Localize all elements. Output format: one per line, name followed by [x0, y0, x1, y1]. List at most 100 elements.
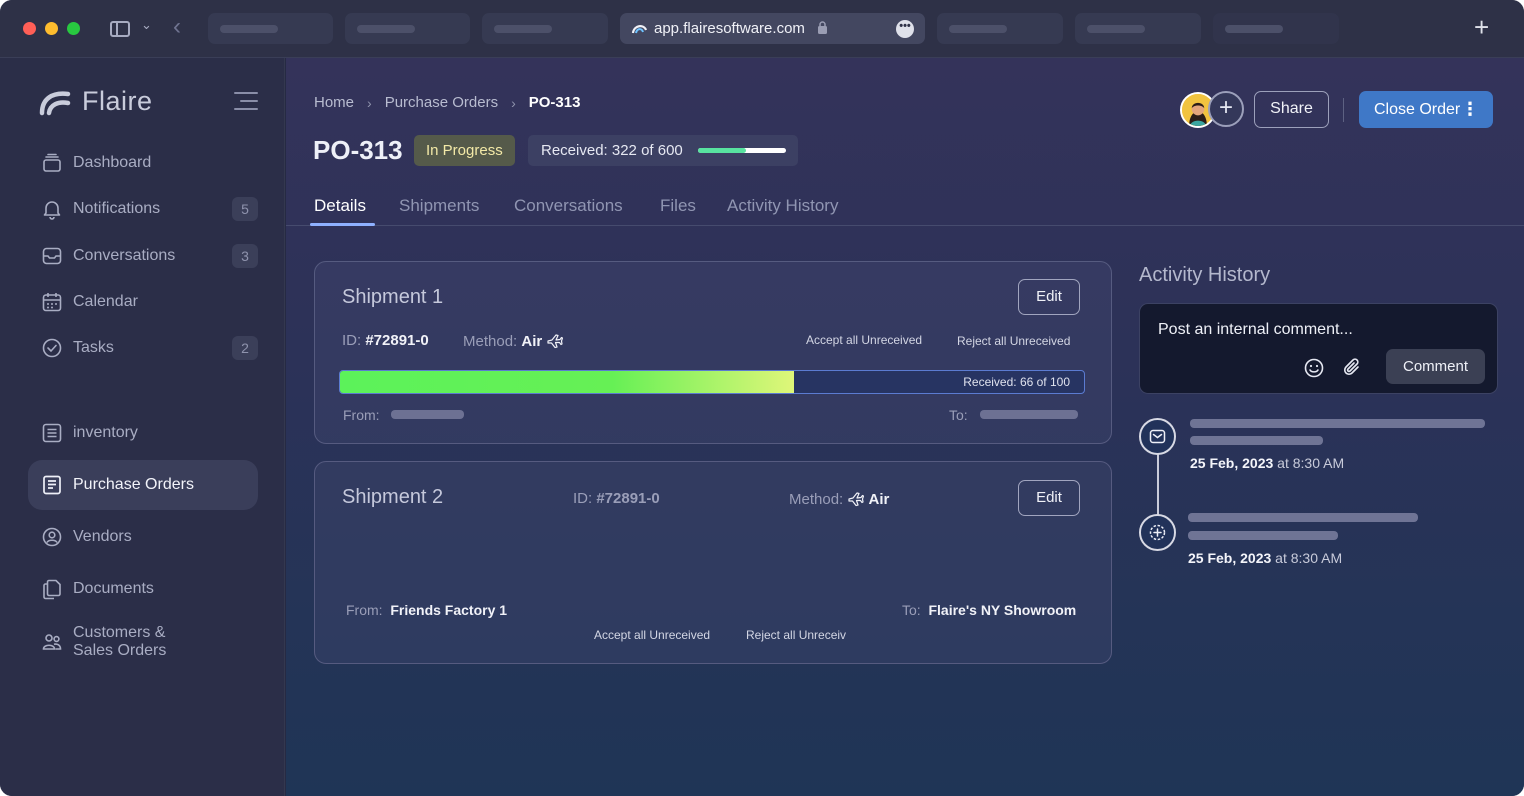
- browser-tab[interactable]: [208, 13, 333, 44]
- to-label: To:: [949, 407, 968, 423]
- zoom-window-button[interactable]: [67, 22, 80, 35]
- method-label: Method:: [463, 333, 518, 350]
- back-arrow-icon[interactable]: ‹: [173, 13, 181, 41]
- activity-placeholder-line: [1188, 531, 1338, 540]
- timeline-node: [1139, 418, 1176, 455]
- sidebar-item-conversations[interactable]: Conversations 3: [28, 232, 258, 280]
- shipment-progress-fill: [340, 371, 794, 393]
- sidebar-item-dashboard[interactable]: Dashboard: [28, 139, 258, 187]
- close-order-button[interactable]: Close Order ⋮: [1359, 91, 1493, 128]
- activity-timestamp: 25 Feb, 2023 at 8:30 AM: [1190, 455, 1344, 471]
- sidebar-item-label: inventory: [73, 424, 138, 441]
- shipment-from: From: Friends Factory 1: [346, 602, 507, 618]
- airplane-icon: [547, 334, 564, 349]
- sidebar-item-customers-sales-orders[interactable]: Customers & Sales Orders: [28, 618, 258, 666]
- brand[interactable]: Flaire: [38, 86, 153, 117]
- sidebar-item-inventory[interactable]: inventory: [28, 409, 258, 457]
- from-value: Friends Factory 1: [390, 602, 508, 618]
- sidebar-item-vendors[interactable]: Vendors: [28, 513, 258, 561]
- shipment-id: ID: #72891-0: [573, 490, 660, 507]
- accept-all-unreceived-link[interactable]: Accept all Unreceived: [594, 628, 710, 642]
- dashboard-icon: [43, 153, 61, 172]
- browser-tab[interactable]: [1075, 13, 1201, 44]
- airplane-icon: [848, 492, 865, 507]
- sidebar-item-label: Notifications: [73, 200, 161, 217]
- sidebar-item-label: Calendar: [73, 293, 138, 310]
- sidebar-item-label: Documents: [73, 580, 154, 597]
- breadcrumb-home[interactable]: Home: [314, 94, 354, 111]
- shipment-to: To: Flaire's NY Showroom: [902, 602, 1076, 618]
- comment-input[interactable]: Post an internal comment...: [1158, 321, 1353, 339]
- activity-timestamp: 25 Feb, 2023 at 8:30 AM: [1188, 550, 1342, 566]
- id-label: ID:: [573, 490, 593, 507]
- add-collaborator-button[interactable]: +: [1208, 91, 1244, 127]
- tab-details[interactable]: Details: [314, 196, 366, 216]
- method-value: Air: [521, 333, 543, 350]
- calendar-icon: [42, 293, 62, 312]
- comment-button[interactable]: Comment: [1386, 349, 1485, 384]
- received-summary: Received: 322 of 600: [528, 135, 798, 166]
- browser-tab[interactable]: [345, 13, 470, 44]
- count-badge: 5: [232, 197, 258, 221]
- edit-shipment-button[interactable]: Edit: [1018, 279, 1080, 315]
- page-title: PO-313: [313, 135, 403, 165]
- activity-date: 25 Feb, 2023: [1190, 455, 1274, 471]
- brand-name: Flaire: [82, 86, 153, 116]
- reject-all-unreceived-link[interactable]: Reject all Unreceiv: [746, 628, 846, 642]
- activity-date: 25 Feb, 2023: [1188, 550, 1272, 566]
- tab-shipments[interactable]: Shipments: [399, 196, 479, 216]
- method-value: Air: [868, 491, 890, 508]
- from-label: From:: [343, 407, 380, 423]
- count-badge: 2: [232, 336, 258, 360]
- sidebar-item-tasks[interactable]: Tasks 2: [28, 324, 258, 372]
- shipment-card: Shipment 1 Edit ID: #72891-0 Method: Air…: [314, 261, 1112, 444]
- close-window-button[interactable]: [23, 22, 36, 35]
- tab-conversations[interactable]: Conversations: [514, 196, 623, 216]
- sidebar-item-calendar[interactable]: Calendar: [28, 278, 258, 326]
- envelope-icon: [1149, 429, 1166, 444]
- id-value: #72891-0: [596, 490, 660, 507]
- browser-chrome: ⌄ ‹ app.flairesoftware.com ••• +: [0, 0, 1524, 58]
- browser-tab[interactable]: [1213, 13, 1339, 44]
- shipment-progress-bar: Received: 66 of 100: [339, 370, 1085, 394]
- shipment-title: Shipment 1: [342, 286, 444, 308]
- shipment-method: Method: Air: [463, 332, 564, 350]
- paperclip-icon[interactable]: [1342, 357, 1364, 379]
- close-order-label: Close Order: [1374, 101, 1461, 118]
- tab-activity-history[interactable]: Activity History: [727, 196, 838, 216]
- menu-icon[interactable]: [234, 92, 258, 110]
- receipt-icon: [43, 475, 61, 495]
- activity-placeholder-line: [1190, 436, 1323, 445]
- breadcrumb-current: PO-313: [528, 94, 581, 111]
- sidebar-item-notifications[interactable]: Notifications 5: [28, 185, 258, 233]
- chevron-down-icon[interactable]: ⌄: [141, 17, 152, 33]
- shipment-title: Shipment 2: [342, 486, 444, 508]
- shipment-progress-text: Received: 66 of 100: [963, 375, 1070, 389]
- ellipsis-icon[interactable]: •••: [896, 20, 914, 38]
- minimize-window-button[interactable]: [45, 22, 58, 35]
- browser-tab[interactable]: [937, 13, 1063, 44]
- received-progress-bar: [698, 148, 786, 153]
- to-placeholder: [980, 410, 1078, 419]
- share-button[interactable]: Share: [1254, 91, 1329, 128]
- plus-icon[interactable]: +: [1474, 12, 1489, 42]
- activity-time: at 8:30 AM: [1275, 550, 1343, 566]
- vendor-icon: [42, 527, 62, 547]
- flaire-logo-icon: [39, 90, 71, 115]
- accept-all-unreceived-link[interactable]: Accept all Unreceived: [806, 333, 922, 347]
- activity-time: at 8:30 AM: [1277, 455, 1345, 471]
- browser-tab[interactable]: [482, 13, 608, 44]
- breadcrumb-purchase-orders[interactable]: Purchase Orders: [385, 94, 498, 111]
- to-label: To:: [902, 602, 921, 618]
- sidebar-item-documents[interactable]: Documents: [28, 565, 258, 613]
- chevron-right-icon: ›: [511, 94, 516, 111]
- sidebar-item-purchase-orders[interactable]: Purchase Orders: [28, 460, 258, 510]
- more-vertical-icon[interactable]: ⋮: [1461, 91, 1479, 128]
- shipment-method: Method: Air: [789, 490, 889, 508]
- edit-shipment-button[interactable]: Edit: [1018, 480, 1080, 516]
- sidebar-toggle-icon[interactable]: [110, 21, 130, 37]
- emoji-icon[interactable]: [1303, 357, 1325, 379]
- reject-all-unreceived-link[interactable]: Reject all Unreceived: [957, 334, 1070, 348]
- tab-files[interactable]: Files: [660, 196, 696, 216]
- address-bar[interactable]: app.flairesoftware.com •••: [620, 13, 925, 44]
